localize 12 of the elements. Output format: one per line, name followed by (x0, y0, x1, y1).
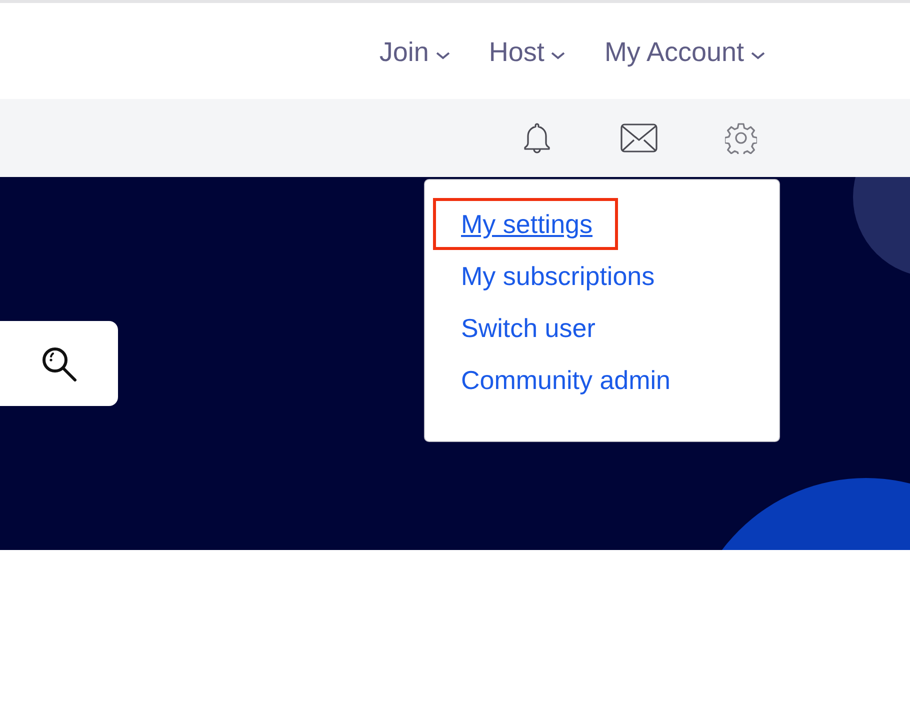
search-button[interactable] (0, 321, 118, 406)
bell-icon (522, 121, 552, 155)
nav-menu-link[interactable]: My Account (604, 34, 766, 68)
search-icon (40, 344, 78, 382)
nav-menu-link[interactable]: Host (488, 34, 566, 68)
menu-link[interactable]: My settings (433, 198, 618, 250)
menu-link[interactable]: Switch user (433, 302, 620, 354)
menu-link[interactable]: My subscriptions (433, 250, 680, 302)
gear-icon (725, 122, 757, 154)
menu-link[interactable]: Community admin (433, 354, 696, 406)
nav-menu-link[interactable]: Join (379, 34, 451, 68)
envelope-icon (620, 123, 658, 153)
